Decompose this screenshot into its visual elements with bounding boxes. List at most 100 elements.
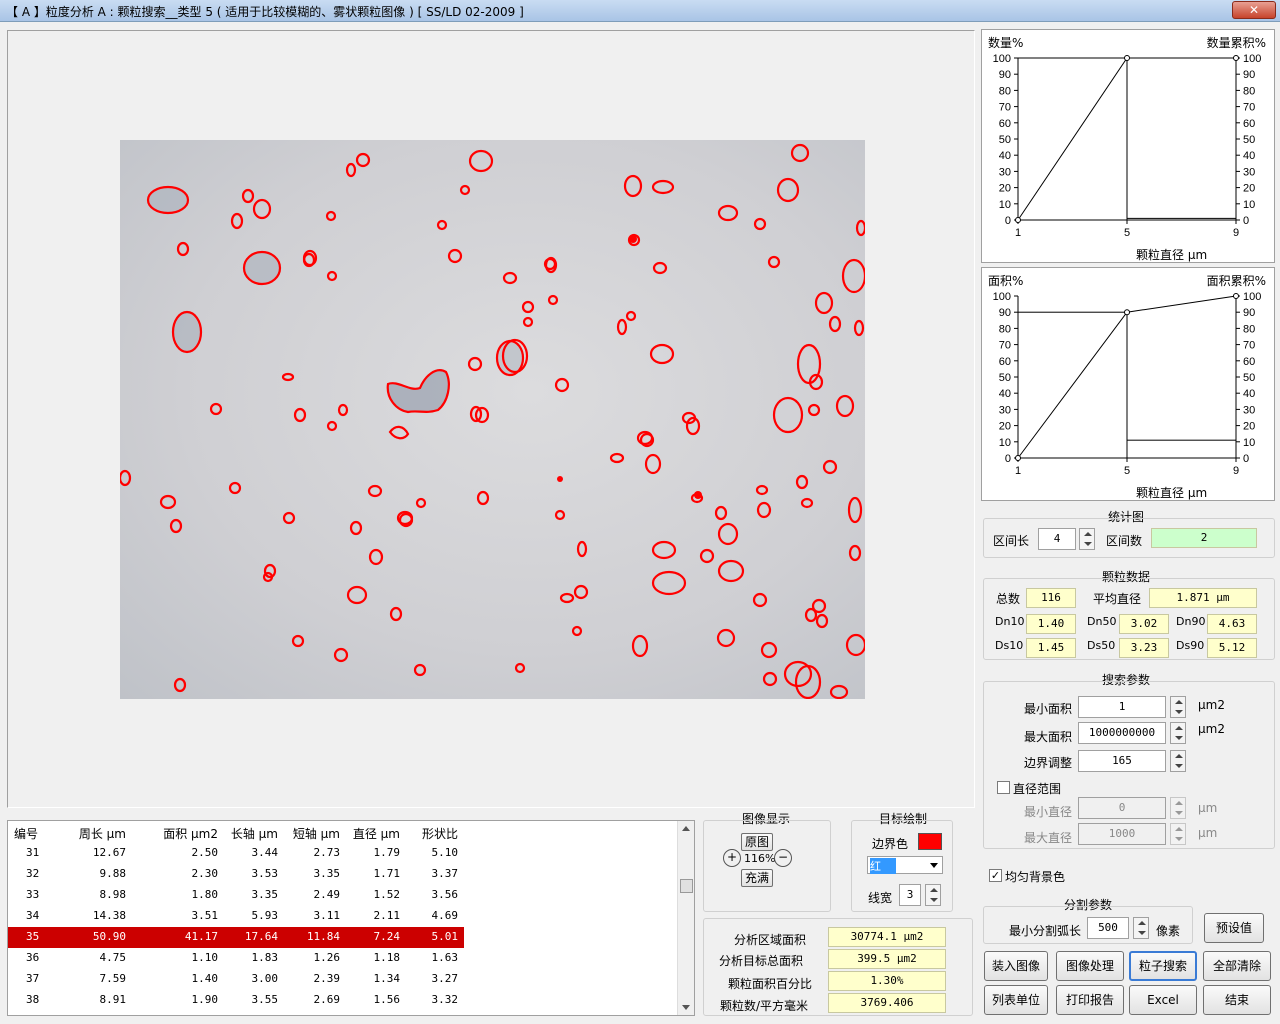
table-cell: 1.10	[191, 951, 219, 964]
interval-len-input[interactable]: 4	[1038, 528, 1076, 550]
table-cell: 3.37	[431, 867, 459, 880]
clear-all-button[interactable]: 全部清除	[1203, 951, 1271, 981]
micrograph-image[interactable]	[120, 140, 865, 699]
y-tick-label-left: 40	[999, 150, 1011, 162]
table-cell: 8.91	[99, 993, 127, 1006]
y-tick-label-right: 100	[1243, 53, 1261, 65]
zoom-value: 116%	[744, 852, 776, 865]
original-button[interactable]: 原图	[741, 833, 773, 851]
ds10-label: Ds10	[995, 639, 1024, 652]
target-area-value: 399.5 μm2	[828, 949, 946, 969]
max-diam-unit: μm	[1198, 826, 1218, 840]
image-view[interactable]	[7, 30, 975, 808]
uniform-bg-checkbox[interactable]: ✓	[989, 869, 1002, 882]
close-button[interactable]: ✕	[1232, 1, 1276, 19]
scroll-down-icon[interactable]	[682, 1005, 690, 1010]
table-cell: 12.67	[92, 846, 126, 859]
max-area-input[interactable]: 1000000000	[1078, 722, 1166, 744]
cumulative-point	[1233, 293, 1239, 299]
scroll-thumb[interactable]	[680, 879, 693, 893]
edge-adjust-input[interactable]: 165	[1078, 750, 1166, 772]
table-header-cell[interactable]: 形状比	[422, 825, 458, 842]
particle-table[interactable]: 编号 周长 μm 面积 μm2 长轴 μm 短轴 μm 直径 μm 形状比 31 12.67 2…	[7, 820, 695, 1016]
min-area-input[interactable]: 1	[1078, 696, 1166, 718]
table-cell: 2.73	[313, 846, 341, 859]
min-diam-unit: μm	[1198, 801, 1218, 815]
y-tick-label-left: 90	[999, 307, 1011, 319]
line-width-input[interactable]: 3	[899, 884, 921, 906]
uniform-bg-label: 均匀背景色	[1005, 870, 1066, 884]
zoom-in-icon[interactable]: +	[723, 849, 741, 867]
table-cell: 3.56	[431, 888, 459, 901]
table-cell: 4.75	[99, 951, 127, 964]
min-diam-input[interactable]: 0	[1078, 797, 1166, 819]
y-tick-label-right: 50	[1243, 372, 1255, 384]
cumulative-point	[1015, 455, 1021, 461]
min-arc-spinner[interactable]	[1133, 917, 1149, 939]
table-row[interactable]: 38 8.91 1.90 3.55 2.69 1.56 3.32	[8, 990, 464, 1011]
table-cell: 3.44	[251, 846, 279, 859]
excel-button[interactable]: Excel	[1129, 985, 1197, 1015]
y-tick-label-left: 80	[999, 323, 1011, 335]
table-cell: 1.18	[373, 951, 401, 964]
end-button[interactable]: 结束	[1203, 985, 1271, 1015]
diam-range-checkbox[interactable]	[997, 781, 1010, 794]
y-tick-label-right: 10	[1243, 437, 1255, 449]
table-cell: 5.01	[431, 930, 459, 943]
zoom-out-icon[interactable]: −	[774, 849, 792, 867]
x-tick-label: 1	[1015, 227, 1021, 239]
table-row[interactable]: 33 8.98 1.80 3.35 2.49 1.52 3.56	[8, 885, 464, 906]
table-row[interactable]: 35 50.90 41.17 17.64 11.84 7.24 5.01	[8, 927, 464, 948]
analysis-area-label: 分析区域面积	[734, 933, 807, 947]
y-tick-label-left: 80	[999, 85, 1011, 97]
table-header-cell[interactable]: 周长 μm	[79, 825, 126, 842]
analysis-area-value: 30774.1 μm2	[828, 927, 946, 947]
load-image-button[interactable]: 装入图像	[984, 951, 1048, 981]
table-header-cell[interactable]: 面积 μm2	[163, 825, 218, 842]
particle-search-button[interactable]: 粒子搜索	[1129, 951, 1197, 981]
preset-button[interactable]: 预设值	[1204, 913, 1264, 943]
table-header-cell[interactable]: 编号	[14, 825, 38, 842]
interval-len-spinner[interactable]	[1079, 528, 1095, 550]
table-cell: 1.40	[191, 972, 219, 985]
y-tick-label-right: 50	[1243, 134, 1255, 146]
y-tick-label-left: 30	[999, 166, 1011, 178]
max-diam-label: 最大直径	[1024, 831, 1073, 845]
max-diam-spinner[interactable]	[1170, 823, 1186, 845]
table-row[interactable]: 34 14.38 3.51 5.93 3.11 2.11 4.69	[8, 906, 464, 927]
min-arc-input[interactable]: 500	[1087, 917, 1129, 939]
x-tick-label: 9	[1233, 465, 1239, 477]
fill-button[interactable]: 充满	[741, 869, 773, 887]
list-unit-button[interactable]: 列表单位	[984, 985, 1048, 1015]
max-area-spinner[interactable]	[1170, 722, 1186, 744]
border-color-swatch[interactable]	[918, 833, 942, 850]
table-header-cell[interactable]: 短轴 μm	[293, 825, 340, 842]
table-cell: 3.51	[191, 909, 219, 922]
x-tick-label: 9	[1233, 227, 1239, 239]
scroll-up-icon[interactable]	[682, 826, 690, 831]
min-diam-spinner[interactable]	[1170, 797, 1186, 819]
table-row[interactable]: 36 4.75 1.10 1.83 1.26 1.18 1.63	[8, 948, 464, 969]
min-area-spinner[interactable]	[1170, 696, 1186, 718]
line-width-spinner[interactable]	[925, 884, 941, 906]
edge-adjust-spinner[interactable]	[1170, 750, 1186, 772]
table-header-cell[interactable]: 直径 μm	[353, 825, 400, 842]
min-diam-label: 最小直径	[1024, 805, 1073, 819]
print-report-button[interactable]: 打印报告	[1056, 985, 1124, 1015]
max-diam-input[interactable]: 1000	[1078, 823, 1166, 845]
histogram-bar	[1126, 439, 1237, 459]
table-row[interactable]: 31 12.67 2.50 3.44 2.73 1.79 5.10	[8, 843, 464, 864]
line-width-label: 线宽	[868, 891, 893, 905]
table-scrollbar[interactable]	[677, 821, 694, 1015]
table-cell: 5.10	[431, 846, 459, 859]
y-tick-label-left: 20	[999, 183, 1011, 195]
image-process-button[interactable]: 图像处理	[1056, 951, 1124, 981]
area-pct-label: 颗粒面积百分比	[728, 977, 813, 991]
color-select[interactable]: 红	[867, 856, 943, 874]
table-cell: 14.38	[92, 909, 126, 922]
y-tick-label-right: 20	[1243, 183, 1255, 195]
table-header-cell[interactable]: 长轴 μm	[231, 825, 278, 842]
table-row[interactable]: 32 9.88 2.30 3.53 3.35 1.71 3.37	[8, 864, 464, 885]
table-row[interactable]: 37 7.59 1.40 3.00 2.39 1.34 3.27	[8, 969, 464, 990]
table-cell: 31	[26, 846, 40, 859]
